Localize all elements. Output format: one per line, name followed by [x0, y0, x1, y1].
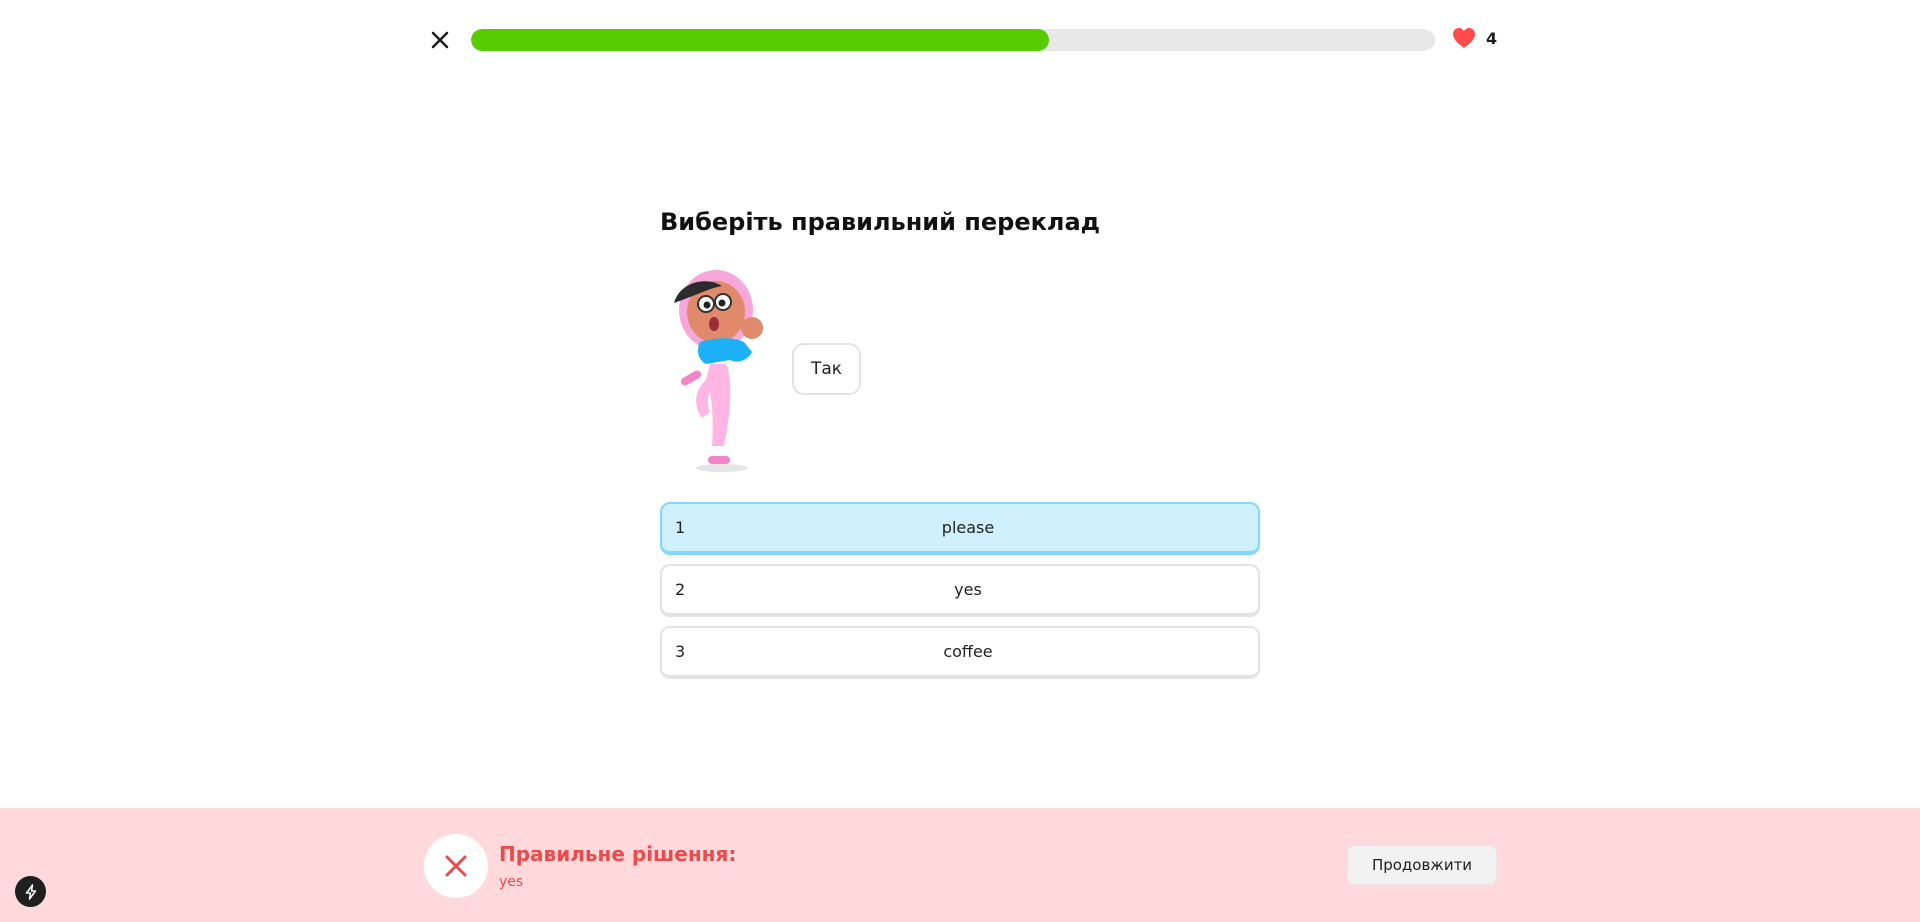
option-number: 1 — [675, 518, 686, 537]
answer-option-1[interactable]: 1 please — [660, 502, 1260, 555]
close-button[interactable] — [428, 28, 452, 52]
feedback-title: Правильне рішення: — [499, 842, 737, 866]
option-label: yes — [954, 580, 982, 599]
close-icon — [431, 31, 449, 49]
bolt-icon — [25, 883, 36, 900]
hearts-count: 4 — [1486, 28, 1498, 48]
bolt-button[interactable] — [15, 876, 46, 907]
progress-bar — [471, 29, 1435, 51]
answer-option-3[interactable]: 3 coffee — [660, 626, 1260, 679]
feedback-panel: Правильне рішення: yes Продовжити — [0, 808, 1920, 922]
character-illustration — [666, 268, 770, 474]
hearts-counter: 4 — [1452, 27, 1497, 49]
heart-icon — [1453, 28, 1475, 48]
continue-button[interactable]: Продовжити — [1347, 845, 1497, 885]
x-icon — [445, 855, 467, 877]
word-bubble[interactable]: Так — [792, 343, 861, 395]
option-label: coffee — [943, 642, 993, 661]
answer-option-2[interactable]: 2 yes — [660, 564, 1260, 617]
option-number: 2 — [675, 580, 686, 599]
progress-fill — [471, 29, 1050, 51]
wrong-badge — [424, 834, 488, 898]
option-label: please — [941, 518, 995, 537]
exercise-prompt: Виберіть правильний переклад — [660, 208, 1101, 236]
option-number: 3 — [675, 642, 686, 661]
feedback-answer: yes — [499, 874, 524, 890]
